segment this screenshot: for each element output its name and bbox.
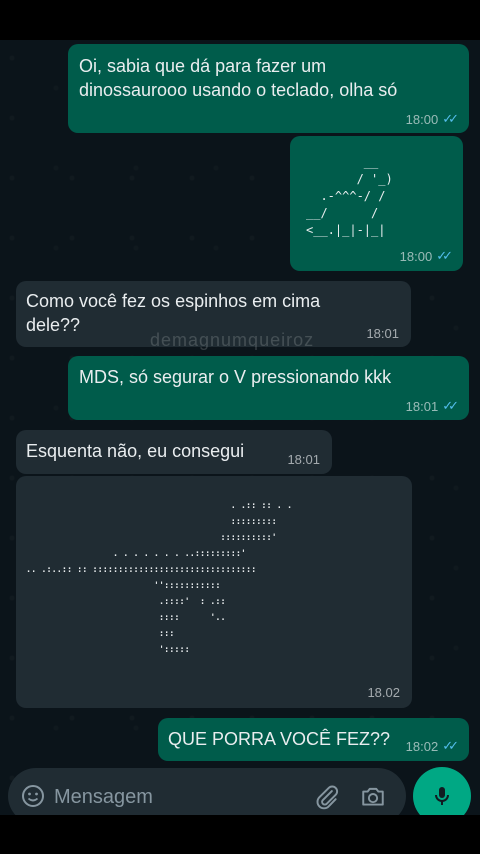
system-navigation-bar [0, 815, 480, 854]
message-text: MDS, só segurar o V pressionando kkk [79, 367, 392, 387]
message-incoming[interactable]: . .:: :: . . ::::::::: ::::::::::' . . .… [16, 476, 412, 708]
message-outgoing[interactable]: Oi, sabia que dá para fazer um dinossaur… [68, 44, 469, 133]
message-outgoing[interactable]: __ / '_) .-^^^-/ / __/ / <__.|_|-|_| 18:… [290, 136, 463, 271]
message-time: 18.02 [367, 685, 400, 700]
message-outgoing[interactable]: QUE PORRA VOCÊ FEZ?? 18:02 ✓✓ [158, 718, 469, 761]
message-time: 18:00 [405, 111, 439, 127]
message-time: 18:01 [405, 398, 439, 414]
message-meta: 18:01 [287, 452, 320, 467]
message-outgoing[interactable]: MDS, só segurar o V pressionando kkk 18:… [68, 356, 469, 420]
ascii-dinosaur-large: . .:: :: . . ::::::::: ::::::::::' . . .… [26, 501, 293, 655]
message-time: 18:02 [405, 738, 439, 754]
paperclip-icon[interactable] [314, 784, 340, 810]
ascii-dinosaur-small: __ / '_) .-^^^-/ / __/ / <__.|_|-|_| [306, 155, 393, 237]
message-time: 18:00 [399, 248, 433, 264]
message-text: Esquenta não, eu consegui [26, 441, 245, 461]
camera-icon[interactable] [360, 784, 386, 810]
double-check-icon: ✓✓ [442, 111, 459, 126]
message-meta: 18:02 ✓✓ [406, 738, 459, 754]
message-meta: 18:01 ✓✓ [406, 398, 459, 414]
double-check-icon: ✓✓ [442, 398, 459, 413]
message-input[interactable]: Mensagem [54, 786, 153, 809]
emoji-icon[interactable] [21, 784, 45, 808]
message-meta: 18.02 [367, 685, 400, 700]
double-check-icon: ✓✓ [436, 248, 453, 263]
message-meta: 18:00 ✓✓ [406, 111, 459, 127]
message-text: QUE PORRA VOCÊ FEZ?? [168, 729, 391, 749]
double-check-icon: ✓✓ [442, 738, 459, 753]
message-incoming[interactable]: Esquenta não, eu consegui 18:01 [16, 430, 332, 474]
microphone-icon [435, 787, 449, 805]
message-text: Oi, sabia que dá para fazer um dinossaur… [79, 56, 398, 100]
message-meta: 18:01 [366, 326, 399, 341]
message-time: 18:01 [287, 452, 320, 467]
watermark: demagnumqueiroz [150, 330, 315, 350]
message-meta: 18:00 ✓✓ [400, 248, 453, 264]
message-time: 18:01 [366, 326, 399, 341]
